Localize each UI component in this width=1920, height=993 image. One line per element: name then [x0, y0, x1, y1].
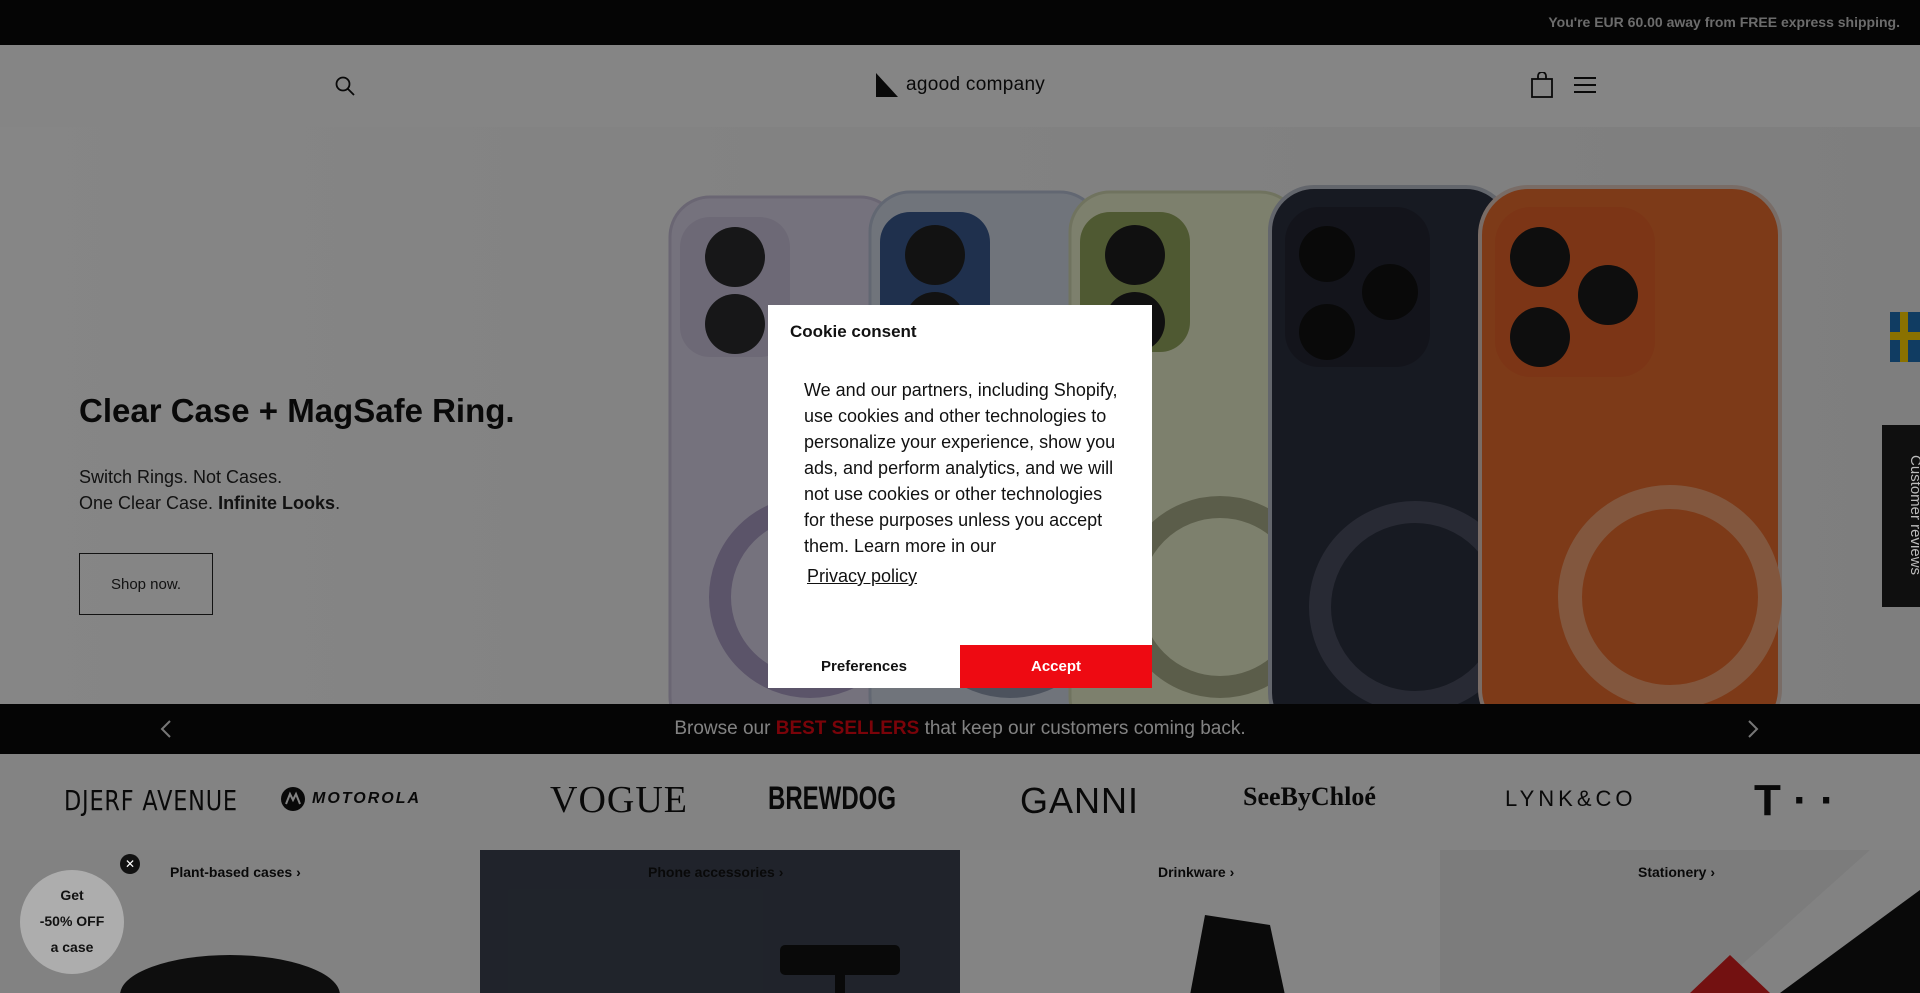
- cookie-dialog-title: Cookie consent: [790, 322, 917, 341]
- modal-backdrop-top: [0, 0, 1920, 45]
- discount-line1: Get: [60, 887, 84, 903]
- customer-reviews-tab[interactable]: Customer reviews: [1882, 425, 1920, 607]
- cookie-dialog-body: We and our partners, including Shopify, …: [804, 377, 1124, 589]
- discount-line2: -50% OFF: [39, 913, 105, 929]
- discount-popup[interactable]: Get -50% OFF a case ✕: [20, 854, 140, 974]
- privacy-policy-link[interactable]: Privacy policy: [807, 563, 1124, 589]
- cookie-consent-dialog: Cookie consent We and our partners, incl…: [768, 305, 1152, 688]
- close-icon[interactable]: ✕: [120, 854, 140, 874]
- accept-button[interactable]: Accept: [960, 645, 1152, 688]
- cookie-dialog-text: We and our partners, including Shopify, …: [804, 380, 1118, 556]
- customer-reviews-label: Customer reviews: [1907, 455, 1920, 576]
- cookie-dialog-buttons: Preferences Accept: [768, 645, 1152, 688]
- preferences-button[interactable]: Preferences: [768, 645, 960, 688]
- discount-line3: a case: [50, 939, 94, 955]
